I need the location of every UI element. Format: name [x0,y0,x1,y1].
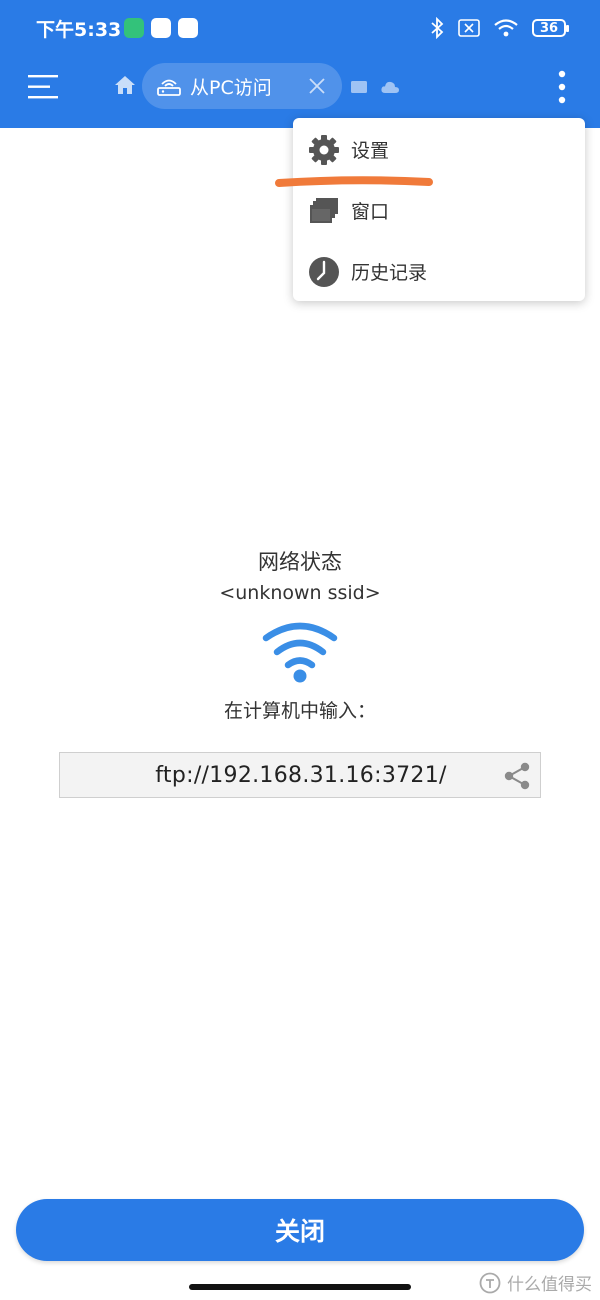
tab-pc-access[interactable]: 从PC访问 [142,63,342,109]
watermark-text: 什么值得买 [507,1275,592,1295]
status-bar: 下午5:33 36 [0,0,600,56]
ssid-label: <unknown ssid> [219,582,381,604]
menu-item-label: 窗口 [351,201,390,223]
status-indicators: 36 [430,16,569,40]
gear-icon [309,134,339,165]
ftp-url-box[interactable]: ftp://192.168.31.16:3721/ [59,752,541,798]
close-icon[interactable] [306,75,328,97]
close-button[interactable]: 关闭 [16,1199,584,1261]
home-icon[interactable] [114,74,136,96]
highlight-annotation [275,176,433,187]
watermark: 什么值得买 [479,1270,592,1295]
ftp-url[interactable]: ftp://192.168.31.16:3721/ [60,763,542,788]
wifi-icon [262,622,338,683]
window-tab-icon[interactable] [349,78,369,96]
router-icon [157,79,181,96]
menu-item-label: 设置 [351,140,390,162]
cloud-icon[interactable] [380,78,400,96]
bluetooth-icon [431,17,444,39]
hamburger-menu-icon[interactable] [26,70,60,104]
battery-icon: 36 [532,19,569,37]
app-notification-icon-2 [178,18,198,38]
instruction-text: 在计算机中输入： [223,700,376,722]
windows-stack-icon [310,197,338,223]
watermark-logo-icon [479,1272,501,1293]
app-header: 下午5:33 36 从PC访问 [0,0,600,128]
overflow-popup-menu: 设置 窗口 历史记录 [293,118,585,301]
status-time: 下午5:33 [36,19,122,41]
clock-icon [309,256,339,287]
menu-item-settings[interactable]: 设置 [293,119,585,180]
menu-item-history[interactable]: 历史记录 [293,241,585,302]
screen: 下午5:33 36 从PC访问 设置 窗口 历史记录 网络状态 <unknown… [0,0,600,1300]
app-notification-icon [151,18,171,38]
tab-label: 从PC访问 [190,76,272,99]
no-sim-icon [458,19,480,37]
share-icon[interactable] [502,761,532,791]
home-indicator[interactable] [189,1284,411,1290]
network-status-title: 网络状态 [258,550,342,574]
shield-app-icon [124,18,144,38]
more-options-icon[interactable] [548,68,576,106]
menu-item-label: 历史记录 [351,262,428,284]
wifi-status-icon [494,19,518,37]
